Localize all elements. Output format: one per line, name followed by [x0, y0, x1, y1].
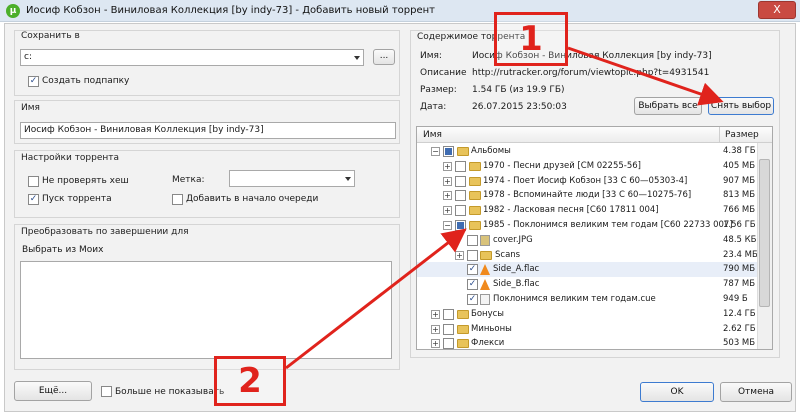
annotation-box-two: 2	[214, 356, 286, 406]
annotation-box-one: 1	[494, 12, 568, 66]
arrow-two	[285, 228, 467, 370]
arrow-one	[567, 46, 724, 106]
annotation-arrows	[285, 46, 724, 370]
